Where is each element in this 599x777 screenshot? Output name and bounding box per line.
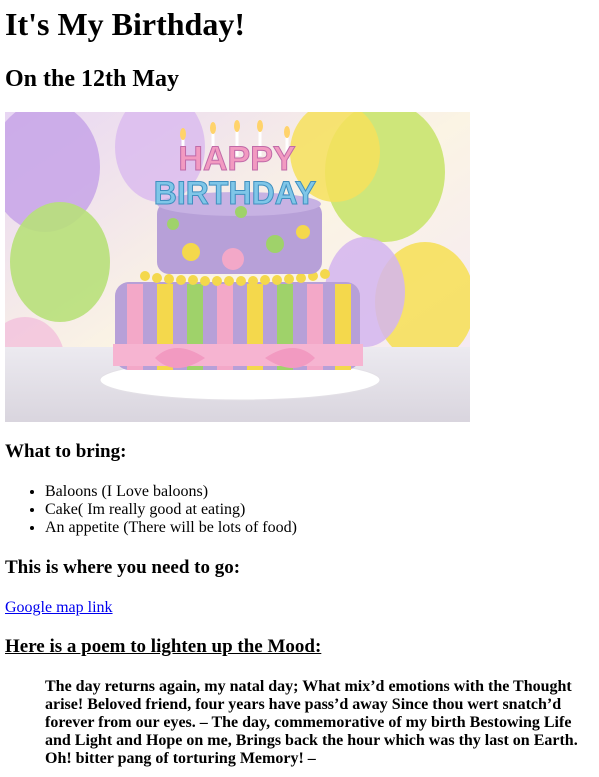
date-heading: On the 12th May: [5, 66, 179, 92]
bring-list: Baloons (I Love baloons) Cake( Im really…: [5, 483, 599, 537]
map-link-paragraph: Google map link: [5, 599, 599, 617]
birthday-cake-image: HAPPY BIRTHDAY: [5, 112, 470, 422]
page-title: It's My Birthday!: [5, 6, 245, 42]
list-item: An appetite (There will be lots of food): [45, 519, 599, 537]
happy-topper-text: HAPPY: [178, 140, 295, 178]
google-map-link[interactable]: Google map link: [5, 599, 113, 616]
list-item: Baloons (I Love baloons): [45, 483, 599, 501]
page-content: It's My Birthday! On the 12th May HAPPY …: [0, 0, 599, 768]
birthday-topper-text: BIRTHDAY: [154, 175, 316, 211]
bring-heading: What to bring:: [5, 441, 127, 462]
where-heading: This is where you need to go:: [5, 557, 241, 578]
poem-quote: The day returns again, my natal day; Wha…: [45, 678, 578, 767]
list-item: Cake( Im really good at eating): [45, 501, 599, 519]
poem-heading: Here is a poem to lighten up the Mood:: [5, 636, 322, 657]
